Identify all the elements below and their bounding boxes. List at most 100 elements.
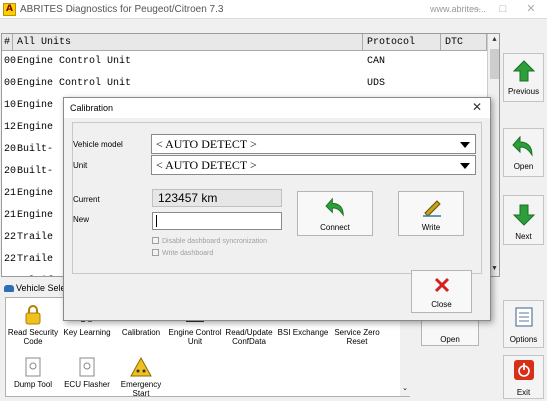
tool-label: Read Security Code [7,328,59,346]
tool-emergency-start[interactable]: Emergency Start [114,356,168,398]
dialog-close-icon[interactable]: ✕ [472,100,482,114]
chevron-down-icon[interactable] [460,142,470,148]
previous-button[interactable]: Previous [503,53,544,102]
dialog-title-bar: Calibration ✕ [64,98,490,118]
next-button[interactable]: Next [503,195,544,245]
tool-label: BSI Exchange [277,328,329,337]
column-header-number[interactable]: # [2,34,13,51]
unit-name: Built- [17,166,54,177]
arrow-up-icon [513,60,535,82]
connect-button[interactable]: Connect [297,191,373,236]
app-logo-icon: A [3,3,16,16]
window-close-button[interactable]: ✕ [518,1,544,17]
chevron-down-icon[interactable] [460,163,470,169]
row-number: 12 [4,122,17,133]
unit-name: Multif [17,271,53,276]
tool-label: Emergency Start [120,380,162,398]
text-caret [156,215,157,227]
column-header-units[interactable]: All Units [13,34,363,51]
checkbox-box[interactable] [152,249,159,256]
options-list-icon [515,307,533,327]
row-number: 22 [4,254,17,265]
close-label: Close [431,300,452,309]
document-icon [79,357,95,377]
column-header-dtc[interactable]: DTC [441,34,487,51]
tool-label: Dump Tool [13,380,53,389]
tool-read-security-code[interactable]: Read Security Code [6,304,60,346]
chevron-down-icon[interactable]: ⌄ [400,384,410,392]
column-header-protocol[interactable]: Protocol [363,34,441,51]
unit-name: Engine Control Unit [17,78,132,89]
open-label: Open [513,162,534,171]
vehicle-select-label: Vehicle Sele [16,283,66,293]
write-dashboard-checkbox[interactable]: Write dashboard [152,249,213,257]
row-number: 20 [4,166,17,177]
warning-triangle-icon [130,356,152,377]
scroll-up-icon[interactable]: ▲ [488,34,499,47]
row-number: 21 [4,210,17,221]
new-label: New [73,215,90,224]
row-number: 10 [4,100,17,111]
options-button[interactable]: Options [503,300,544,348]
tool-label: Service Zero Reset [334,328,380,346]
tools-open-label: Open [440,335,460,344]
connect-label: Connect [320,223,350,232]
tool-label: Calibration [121,328,161,337]
exit-button[interactable]: Exit [503,355,544,399]
row-number: 20 [4,144,17,155]
unit-name: Engine [17,210,54,221]
table-row[interactable]: 00 Engine Control Unit UDS [2,73,487,95]
arrow-down-icon [513,204,535,226]
write-button[interactable]: Write [398,191,464,236]
vehicle-select-tab[interactable]: Vehicle Sele [4,283,66,293]
unit-name: Traile [17,254,54,265]
padlock-icon [25,305,41,325]
previous-label: Previous [507,87,540,96]
title-bar: A ABRITES Diagnostics for Peugeot/Citroe… [0,0,547,19]
exit-label: Exit [516,388,531,397]
tool-label: ECU Flasher [64,380,110,389]
pencil-write-icon [423,200,441,217]
tool-label: Engine Control Unit [168,328,222,346]
write-dashboard-label: Write dashboard [162,250,214,257]
close-button[interactable]: Close [411,270,472,313]
vehicle-model-label: Vehicle model [73,140,123,149]
unit-select[interactable]: < AUTO DETECT > [151,155,476,175]
maximize-button[interactable]: □ [490,1,516,17]
curved-arrow-icon [512,135,533,157]
document-icon [25,357,41,377]
curved-arrow-icon [325,197,344,217]
row-number: 00 [4,78,17,89]
unit-name: Engine Control Unit [17,56,132,67]
scroll-thumb[interactable] [490,49,499,79]
unit-name: Built- [17,144,54,155]
row-number: 21 [4,188,17,199]
unit-value: < AUTO DETECT > [156,158,257,172]
unit-protocol: UDS [367,78,386,89]
car-icon [4,285,14,293]
current-mileage-display: 123457 km [152,189,282,207]
checkbox-box[interactable] [152,237,159,244]
power-icon [514,360,534,380]
unit-label: Unit [73,161,88,170]
tool-dump-tool[interactable]: Dump Tool [6,356,60,389]
close-x-icon [434,277,450,293]
next-label: Next [515,232,532,241]
disable-sync-checkbox[interactable]: Disable dashboard syncronization [152,237,267,245]
new-mileage-input[interactable] [152,212,282,230]
disable-sync-label: Disable dashboard syncronization [162,238,268,245]
vehicle-model-select[interactable]: < AUTO DETECT > [151,134,476,154]
tool-label: Read/Update ConfData [225,328,273,346]
window-title: ABRITES Diagnostics for Peugeot/Citroen … [20,4,224,15]
table-header: # All Units Protocol DTC [2,34,499,51]
row-number: 40 [4,271,16,276]
open-button[interactable]: Open [503,128,544,177]
write-label: Write [421,223,441,232]
dialog-title: Calibration [70,103,114,113]
tool-ecu-flasher[interactable]: ECU Flasher [60,356,114,389]
unit-name: Engine [17,100,54,111]
minimize-button[interactable]: — [462,1,488,17]
table-row[interactable]: 00 Engine Control Unit CAN [2,51,487,73]
vehicle-model-value: < AUTO DETECT > [156,137,257,151]
unit-name: Traile [17,232,54,243]
